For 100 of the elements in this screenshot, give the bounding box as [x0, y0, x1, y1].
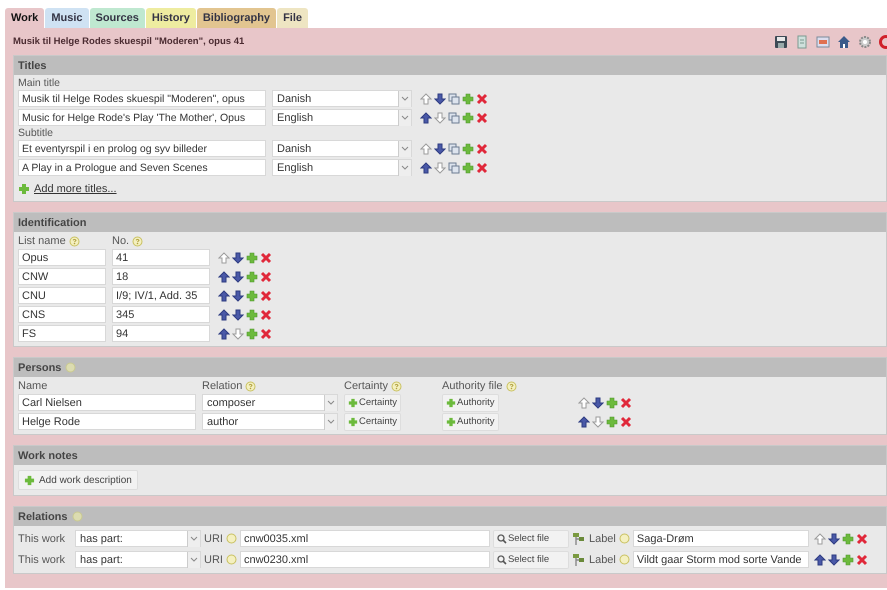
settings-icon[interactable]	[858, 34, 872, 48]
add-description-button[interactable]: Add work description	[18, 470, 138, 490]
delete-icon[interactable]	[260, 252, 272, 264]
move-down-icon[interactable]	[232, 290, 244, 302]
move-up-icon[interactable]	[420, 112, 432, 124]
caret-icon[interactable]	[187, 552, 200, 568]
number-field[interactable]: 94	[112, 325, 210, 342]
move-up-icon[interactable]	[218, 290, 230, 302]
tab[interactable]: Sources	[90, 8, 145, 28]
move-up-icon[interactable]	[218, 328, 230, 340]
delete-icon[interactable]	[260, 308, 272, 320]
caret-icon[interactable]	[187, 530, 200, 546]
copy-icon[interactable]	[448, 112, 460, 124]
select-file-button[interactable]: Select file	[492, 550, 569, 568]
certainty-button[interactable]: Certainty	[344, 394, 402, 412]
add-icon[interactable]	[462, 112, 474, 124]
number-field[interactable]: 345	[112, 306, 210, 323]
relation-select[interactable]: author	[202, 413, 338, 430]
copy-icon[interactable]	[448, 92, 460, 104]
delete-icon[interactable]	[620, 416, 632, 428]
add-icon[interactable]	[606, 416, 618, 428]
move-down-icon[interactable]	[232, 308, 244, 320]
certainty-button[interactable]: Certainty	[344, 412, 402, 430]
authority-button[interactable]: Authority	[442, 412, 498, 430]
delete-icon[interactable]	[260, 270, 272, 282]
help-icon[interactable]	[132, 236, 144, 246]
caret-icon[interactable]	[324, 414, 337, 430]
number-field[interactable]: 18	[112, 268, 210, 285]
name-field[interactable]: Carl Nielsen	[18, 394, 196, 411]
move-down-icon[interactable]	[434, 92, 446, 104]
copy-icon[interactable]	[448, 162, 460, 174]
relation-select[interactable]: composer	[202, 394, 338, 411]
copy-icon[interactable]	[448, 142, 460, 154]
language-select[interactable]: English	[272, 109, 412, 126]
uri-field[interactable]: cnw0035.xml	[240, 530, 490, 547]
add-icon[interactable]	[462, 162, 474, 174]
list-name-field[interactable]: CNW	[18, 268, 106, 285]
help-icon[interactable]	[391, 380, 402, 392]
language-select[interactable]: English	[272, 159, 412, 176]
move-up-icon[interactable]	[814, 554, 826, 566]
language-select[interactable]: Danish	[272, 140, 412, 157]
move-down-icon[interactable]	[434, 142, 446, 154]
move-down-icon[interactable]	[232, 270, 244, 282]
tab[interactable]: History	[146, 8, 196, 28]
number-field[interactable]: 41	[112, 249, 210, 266]
move-up-icon[interactable]	[218, 308, 230, 320]
move-up-icon[interactable]	[420, 162, 432, 174]
tab[interactable]: Music	[45, 8, 88, 28]
add-icon[interactable]	[462, 142, 474, 154]
move-down-icon[interactable]	[592, 396, 604, 408]
list-name-field[interactable]: CNU	[18, 287, 106, 304]
help-icon[interactable]	[506, 380, 517, 392]
list-name-field[interactable]: CNS	[18, 306, 106, 323]
language-select[interactable]: Danish	[272, 90, 412, 107]
tab[interactable]: File	[277, 8, 308, 28]
move-up-icon[interactable]	[578, 416, 590, 428]
authority-button[interactable]: Authority	[442, 394, 498, 412]
number-field[interactable]: I/9; IV/1, Add. 35	[112, 287, 210, 304]
list-name-field[interactable]: FS	[18, 325, 106, 342]
preview-icon[interactable]	[816, 34, 830, 48]
delete-icon[interactable]	[260, 290, 272, 302]
help-icon[interactable]	[245, 380, 256, 392]
help-icon[interactable]	[226, 533, 237, 544]
delete-icon[interactable]	[260, 328, 272, 340]
label-field[interactable]: Vildt gaar Storm mod sorte Vande	[632, 551, 809, 568]
move-up-icon[interactable]	[218, 270, 230, 282]
tree-icon[interactable]	[572, 532, 586, 546]
home-icon[interactable]	[837, 34, 851, 48]
list-name-field[interactable]: Opus	[18, 249, 106, 266]
delete-icon[interactable]	[476, 162, 488, 174]
tab[interactable]: Bibliography	[196, 8, 276, 28]
uri-field[interactable]: cnw0230.xml	[240, 551, 490, 568]
title-field[interactable]: Musik til Helge Rodes skuespil "Moderen", opus	[18, 90, 266, 107]
tree-icon[interactable]	[572, 552, 586, 566]
title-field[interactable]: Music for Helge Rode's Play 'The Mother', Opus	[18, 109, 266, 126]
label-field[interactable]: Saga-Drøm	[632, 530, 809, 547]
add-icon[interactable]	[462, 92, 474, 104]
delete-icon[interactable]	[856, 554, 868, 566]
document-icon[interactable]	[795, 34, 809, 48]
title-field[interactable]: A Play in a Prologue and Seven Scenes	[18, 159, 266, 176]
tab[interactable]: Work	[5, 8, 44, 28]
name-field[interactable]: Helge Rode	[18, 413, 196, 430]
delete-icon[interactable]	[856, 532, 868, 544]
move-down-icon[interactable]	[232, 252, 244, 264]
caret-icon[interactable]	[398, 110, 411, 126]
delete-icon[interactable]	[476, 142, 488, 154]
move-down-icon[interactable]	[828, 554, 840, 566]
delete-icon[interactable]	[620, 396, 632, 408]
select-file-button[interactable]: Select file	[492, 530, 569, 548]
save-icon[interactable]	[774, 34, 788, 48]
caret-icon[interactable]	[398, 160, 411, 176]
move-down-icon[interactable]	[828, 532, 840, 544]
caret-icon[interactable]	[398, 90, 411, 106]
title-field[interactable]: Et eventyrspil i en prolog og syv billeder	[18, 140, 266, 157]
add-titles-link[interactable]: Add more titles...	[34, 182, 117, 194]
delete-icon[interactable]	[476, 112, 488, 124]
help-icon[interactable]	[618, 554, 630, 565]
caret-icon[interactable]	[398, 140, 411, 156]
caret-icon[interactable]	[324, 394, 337, 410]
relation-type-select[interactable]: has part:	[75, 530, 201, 547]
